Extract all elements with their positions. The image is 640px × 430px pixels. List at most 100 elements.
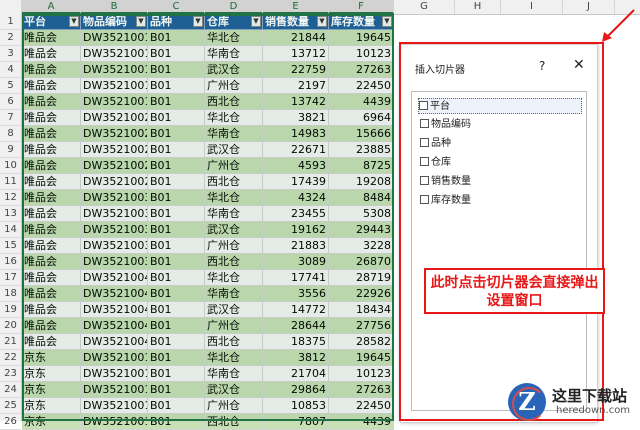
- table-cell[interactable]: 4593: [263, 158, 329, 174]
- table-cell[interactable]: B01: [148, 94, 205, 110]
- table-cell[interactable]: DW3521003: [81, 238, 148, 254]
- table-cell[interactable]: B01: [148, 142, 205, 158]
- table-cell[interactable]: 京东: [22, 414, 81, 430]
- table-cell[interactable]: 3089: [263, 254, 329, 270]
- column-header-c[interactable]: C: [148, 0, 205, 14]
- table-cell[interactable]: B01: [148, 174, 205, 190]
- table-cell[interactable]: 唯品会: [22, 142, 81, 158]
- table-cell[interactable]: 17439: [263, 174, 329, 190]
- slicer-option[interactable]: 仓库: [420, 155, 451, 171]
- table-cell[interactable]: 3821: [263, 110, 329, 126]
- table-cell[interactable]: 广州仓: [205, 398, 263, 414]
- row-header[interactable]: 13: [0, 206, 21, 222]
- table-cell[interactable]: 广州仓: [205, 238, 263, 254]
- row-header[interactable]: 23: [0, 366, 21, 382]
- table-cell[interactable]: B01: [148, 318, 205, 334]
- filter-dropdown-icon[interactable]: ▼: [193, 16, 203, 27]
- row-header[interactable]: 14: [0, 222, 21, 238]
- table-header-cell[interactable]: 物品编码 ▼: [81, 14, 148, 30]
- table-cell[interactable]: B01: [148, 30, 205, 46]
- table-cell[interactable]: DW3521001: [81, 398, 148, 414]
- table-cell[interactable]: 4439: [329, 94, 394, 110]
- filter-dropdown-icon[interactable]: ▼: [69, 16, 79, 27]
- filter-dropdown-icon[interactable]: ▼: [382, 16, 392, 27]
- table-cell[interactable]: 28582: [329, 334, 394, 350]
- table-cell[interactable]: DW3521003: [81, 190, 148, 206]
- table-cell[interactable]: 唯品会: [22, 158, 81, 174]
- table-cell[interactable]: 13712: [263, 46, 329, 62]
- table-cell[interactable]: 华北仓: [205, 350, 263, 366]
- table-header-cell[interactable]: 品种 ▼: [148, 14, 205, 30]
- table-cell[interactable]: 唯品会: [22, 222, 81, 238]
- table-cell[interactable]: 华南仓: [205, 46, 263, 62]
- table-cell[interactable]: B01: [148, 366, 205, 382]
- table-cell[interactable]: 2197: [263, 78, 329, 94]
- table-header-cell[interactable]: 库存数量 ▼: [329, 14, 394, 30]
- table-cell[interactable]: 西北仓: [205, 174, 263, 190]
- table-cell[interactable]: 22926: [329, 286, 394, 302]
- row-header[interactable]: 10: [0, 158, 21, 174]
- table-cell[interactable]: 华北仓: [205, 110, 263, 126]
- row-header[interactable]: 19: [0, 302, 21, 318]
- table-cell[interactable]: 7807: [263, 414, 329, 430]
- table-cell[interactable]: 26870: [329, 254, 394, 270]
- table-cell[interactable]: 唯品会: [22, 174, 81, 190]
- table-cell[interactable]: DW3521002: [81, 110, 148, 126]
- table-cell[interactable]: 武汉仓: [205, 302, 263, 318]
- table-cell[interactable]: 华南仓: [205, 206, 263, 222]
- table-cell[interactable]: 19645: [329, 30, 394, 46]
- table-cell[interactable]: B01: [148, 254, 205, 270]
- table-cell[interactable]: 27263: [329, 62, 394, 78]
- table-cell[interactable]: 唯品会: [22, 78, 81, 94]
- table-cell[interactable]: 8484: [329, 190, 394, 206]
- table-cell[interactable]: B01: [148, 62, 205, 78]
- slicer-option[interactable]: 销售数量: [420, 174, 471, 190]
- table-cell[interactable]: B01: [148, 270, 205, 286]
- table-cell[interactable]: B01: [148, 190, 205, 206]
- table-cell[interactable]: 广州仓: [205, 318, 263, 334]
- table-cell[interactable]: 13742: [263, 94, 329, 110]
- table-cell[interactable]: 6964: [329, 110, 394, 126]
- table-cell[interactable]: 21844: [263, 30, 329, 46]
- table-cell[interactable]: 唯品会: [22, 62, 81, 78]
- table-cell[interactable]: 京东: [22, 382, 81, 398]
- column-header-b[interactable]: B: [81, 0, 148, 14]
- table-cell[interactable]: DW3521002: [81, 158, 148, 174]
- table-cell[interactable]: 唯品会: [22, 238, 81, 254]
- table-cell[interactable]: 华北仓: [205, 270, 263, 286]
- table-cell[interactable]: DW3521001: [81, 30, 148, 46]
- row-header[interactable]: 25: [0, 398, 21, 414]
- table-cell[interactable]: 22450: [329, 398, 394, 414]
- row-header[interactable]: 22: [0, 350, 21, 366]
- table-cell[interactable]: 5308: [329, 206, 394, 222]
- row-header[interactable]: 20: [0, 318, 21, 334]
- table-cell[interactable]: 3556: [263, 286, 329, 302]
- slicer-option[interactable]: 品种: [420, 136, 451, 152]
- select-all-corner[interactable]: [0, 0, 22, 14]
- row-header[interactable]: 11: [0, 174, 21, 190]
- table-cell[interactable]: 唯品会: [22, 206, 81, 222]
- table-header-cell[interactable]: 仓库 ▼: [205, 14, 263, 30]
- table-cell[interactable]: DW3521001: [81, 62, 148, 78]
- table-cell[interactable]: 京东: [22, 350, 81, 366]
- table-cell[interactable]: DW3521003: [81, 206, 148, 222]
- table-cell[interactable]: 3812: [263, 350, 329, 366]
- table-cell[interactable]: DW3521001: [81, 366, 148, 382]
- table-cell[interactable]: 唯品会: [22, 126, 81, 142]
- table-cell[interactable]: B01: [148, 334, 205, 350]
- table-cell[interactable]: 14983: [263, 126, 329, 142]
- table-cell[interactable]: DW3521004: [81, 334, 148, 350]
- row-header[interactable]: 17: [0, 270, 21, 286]
- slicer-option[interactable]: 物品编码: [420, 117, 471, 133]
- table-cell[interactable]: 18434: [329, 302, 394, 318]
- table-cell[interactable]: B01: [148, 110, 205, 126]
- row-header[interactable]: 1: [0, 14, 21, 30]
- table-cell[interactable]: 21704: [263, 366, 329, 382]
- table-cell[interactable]: 唯品会: [22, 46, 81, 62]
- slicer-option[interactable]: 平台: [418, 98, 582, 114]
- table-cell[interactable]: 广州仓: [205, 78, 263, 94]
- filter-dropdown-icon[interactable]: ▼: [136, 16, 146, 27]
- filter-dropdown-icon[interactable]: ▼: [251, 16, 261, 27]
- table-cell[interactable]: 28719: [329, 270, 394, 286]
- table-cell[interactable]: B01: [148, 382, 205, 398]
